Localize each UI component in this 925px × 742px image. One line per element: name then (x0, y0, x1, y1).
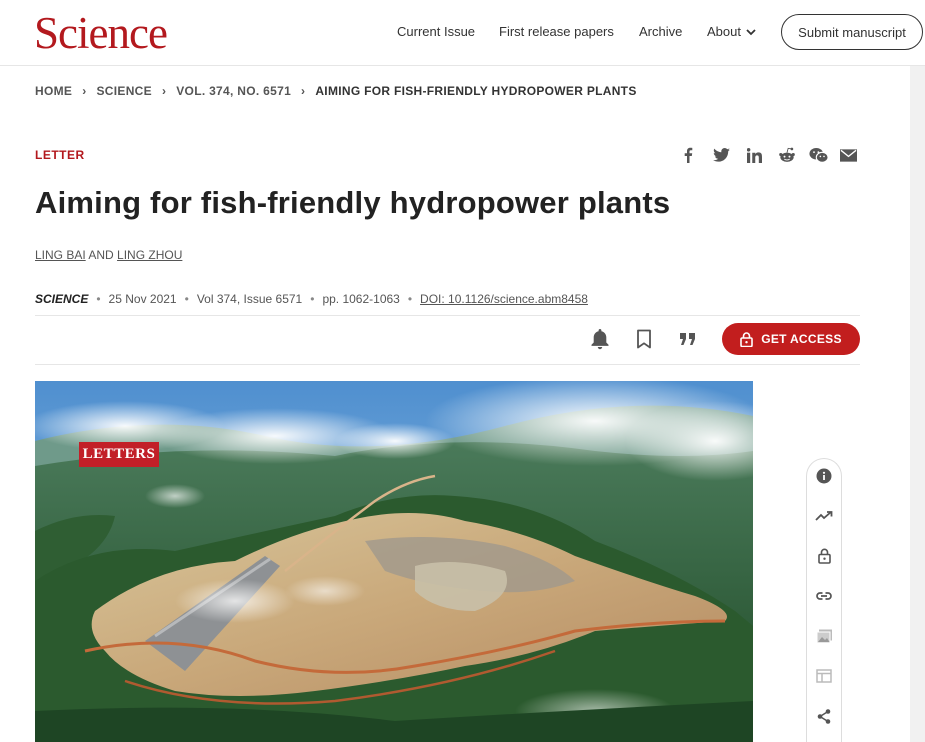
meta-separator: • (310, 292, 315, 306)
publication-date: 25 Nov 2021 (108, 292, 177, 306)
facebook-icon[interactable] (679, 146, 697, 164)
divider (35, 364, 860, 365)
article-meta: SCIENCE • 25 Nov 2021 • Vol 374, Issue 6… (35, 292, 588, 306)
info-icon[interactable] (815, 467, 833, 485)
email-icon[interactable] (839, 146, 857, 164)
breadcrumb-home[interactable]: HOME (35, 84, 72, 98)
nav-first-release-papers[interactable]: First release papers (499, 24, 614, 39)
submit-manuscript-button[interactable]: Submit manuscript (781, 14, 923, 50)
breadcrumb-volume[interactable]: VOL. 374, NO. 6571 (176, 84, 291, 98)
chevron-down-icon (746, 28, 756, 35)
share-icon[interactable] (815, 707, 833, 725)
nav-archive[interactable]: Archive (639, 24, 682, 39)
nav-about[interactable]: About (707, 24, 757, 39)
get-access-label: GET ACCESS (761, 332, 842, 346)
article-tools-rail (806, 458, 842, 742)
page-range: pp. 1062-1063 (322, 292, 400, 306)
scrollbar[interactable] (910, 66, 925, 742)
doi-link[interactable]: DOI: 10.1126/science.abm8458 (420, 292, 588, 306)
lock-icon (740, 331, 754, 347)
meta-separator: • (407, 292, 413, 306)
breadcrumb: HOME › SCIENCE › VOL. 374, NO. 6571 › AI… (35, 84, 637, 98)
breadcrumb-science[interactable]: SCIENCE (97, 84, 152, 98)
meta-separator: • (184, 292, 189, 306)
letters-tag: LETTERS (79, 442, 159, 467)
chevron-right-icon: › (301, 84, 306, 98)
twitter-icon[interactable] (712, 146, 730, 164)
nav-about-label: About (707, 24, 741, 39)
lock-icon[interactable] (815, 547, 833, 565)
image-icon[interactable] (815, 627, 833, 645)
trending-icon[interactable] (815, 507, 833, 525)
article-type: LETTER (35, 148, 85, 162)
bookmark-icon[interactable] (633, 328, 655, 350)
alert-bell-icon[interactable] (589, 328, 611, 350)
linkedin-icon[interactable] (745, 146, 763, 164)
author-list: LING BAI AND LING ZHOU (35, 248, 182, 262)
author-link[interactable]: LING ZHOU (117, 248, 182, 262)
article-title: Aiming for fish-friendly hydropower plan… (35, 185, 671, 220)
top-navigation: Science Current Issue First release pape… (0, 0, 925, 66)
table-icon[interactable] (815, 667, 833, 685)
author-separator: AND (88, 248, 114, 262)
get-access-button[interactable]: GET ACCESS (722, 323, 860, 355)
journal-name: SCIENCE (35, 292, 89, 306)
breadcrumb-current: AIMING FOR FISH-FRIENDLY HYDROPOWER PLAN… (315, 84, 637, 98)
reddit-icon[interactable] (778, 146, 796, 164)
link-icon[interactable] (815, 587, 833, 605)
volume-issue: Vol 374, Issue 6571 (196, 292, 303, 306)
chevron-right-icon: › (82, 84, 87, 98)
meta-separator: • (96, 292, 101, 306)
wechat-icon[interactable] (809, 146, 829, 164)
author-link[interactable]: LING BAI (35, 248, 86, 262)
divider (35, 315, 860, 316)
article-figure[interactable]: LETTERS (35, 381, 753, 742)
hydropower-site-photo (35, 381, 753, 742)
cite-quote-icon[interactable] (677, 328, 699, 350)
nav-current-issue[interactable]: Current Issue (397, 24, 475, 39)
chevron-right-icon: › (161, 84, 167, 98)
science-logo[interactable]: Science (34, 8, 168, 58)
